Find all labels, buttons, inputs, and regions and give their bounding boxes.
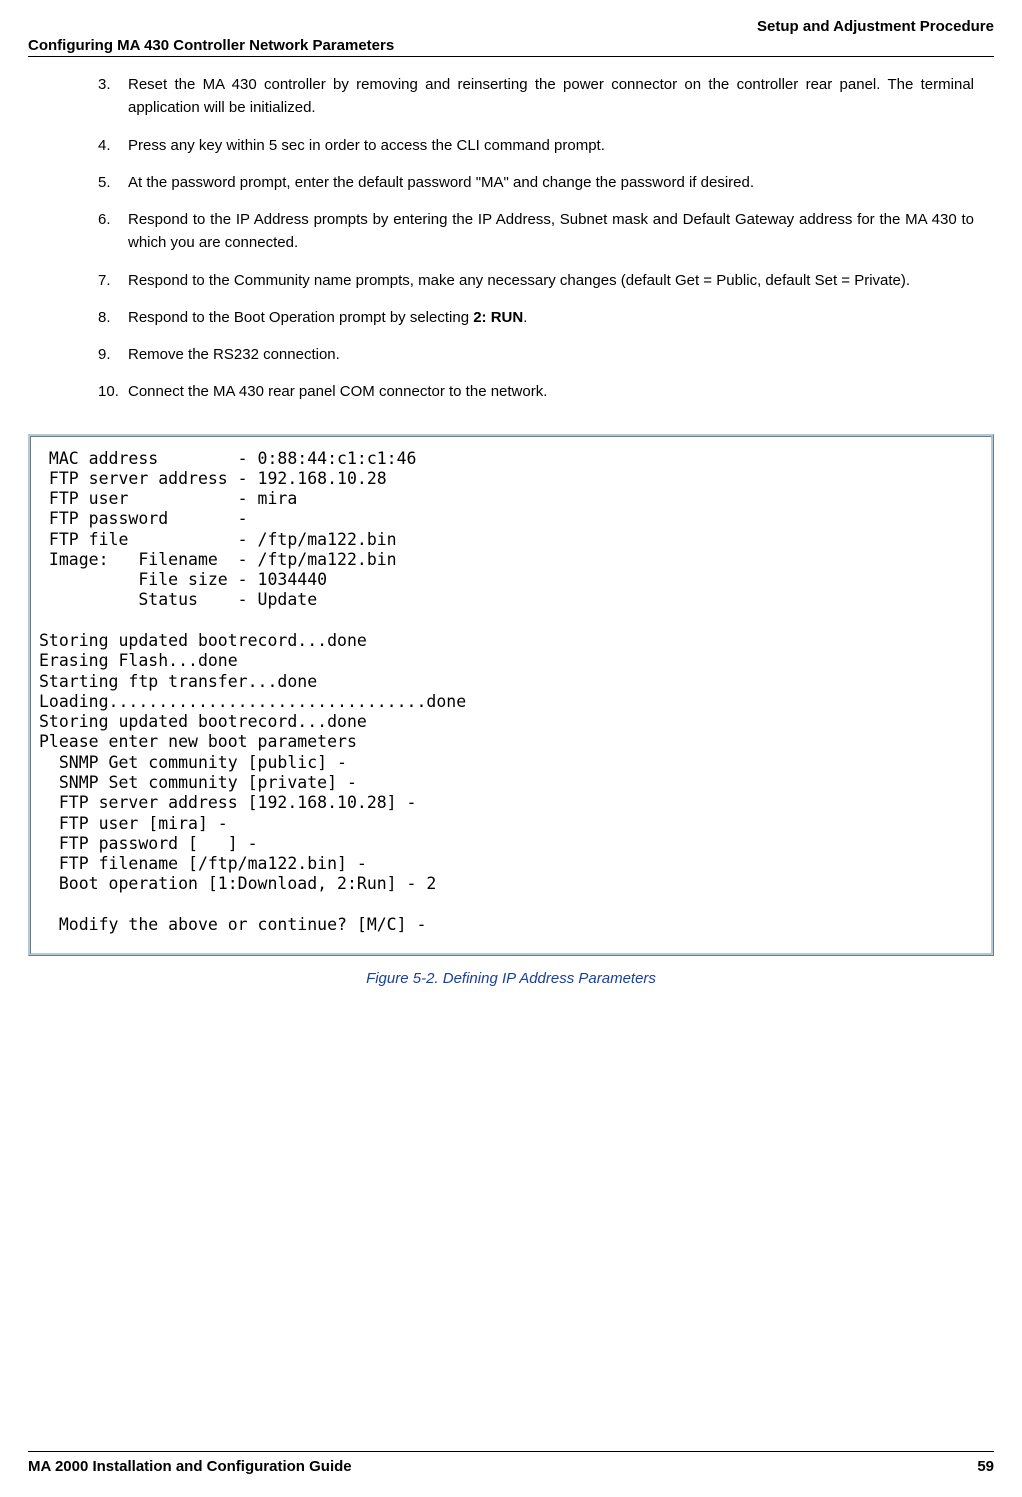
page-footer: MA 2000 Installation and Configuration G…: [28, 1451, 994, 1475]
terminal-screenshot: MAC address - 0:88:44:c1:c1:46 FTP serve…: [28, 434, 994, 957]
step-8: Respond to the Boot Operation prompt by …: [128, 306, 974, 329]
instruction-list: Reset the MA 430 controller by removing …: [98, 73, 994, 404]
terminal-output: MAC address - 0:88:44:c1:c1:46 FTP serve…: [31, 437, 991, 954]
step-7: Respond to the Community name prompts, m…: [128, 269, 974, 292]
header-left: Configuring MA 430 Controller Network Pa…: [28, 37, 994, 54]
footer-rule: [28, 1451, 994, 1452]
header-right: Setup and Adjustment Procedure: [28, 18, 994, 35]
step-6: Respond to the IP Address prompts by ent…: [128, 208, 974, 255]
step-9: Remove the RS232 connection.: [128, 343, 974, 366]
step-8-bold: 2: RUN: [473, 309, 523, 326]
footer-page-number: 59: [977, 1458, 994, 1475]
step-8-pre: Respond to the Boot Operation prompt by …: [128, 309, 473, 326]
header-rule: [28, 56, 994, 57]
step-4: Press any key within 5 sec in order to a…: [128, 134, 974, 157]
step-3: Reset the MA 430 controller by removing …: [128, 73, 974, 120]
step-8-post: .: [523, 309, 527, 326]
figure-caption: Figure 5-2. Defining IP Address Paramete…: [28, 970, 994, 987]
footer-left: MA 2000 Installation and Configuration G…: [28, 1458, 352, 1475]
step-5: At the password prompt, enter the defaul…: [128, 171, 974, 194]
step-10: Connect the MA 430 rear panel COM connec…: [128, 380, 974, 403]
